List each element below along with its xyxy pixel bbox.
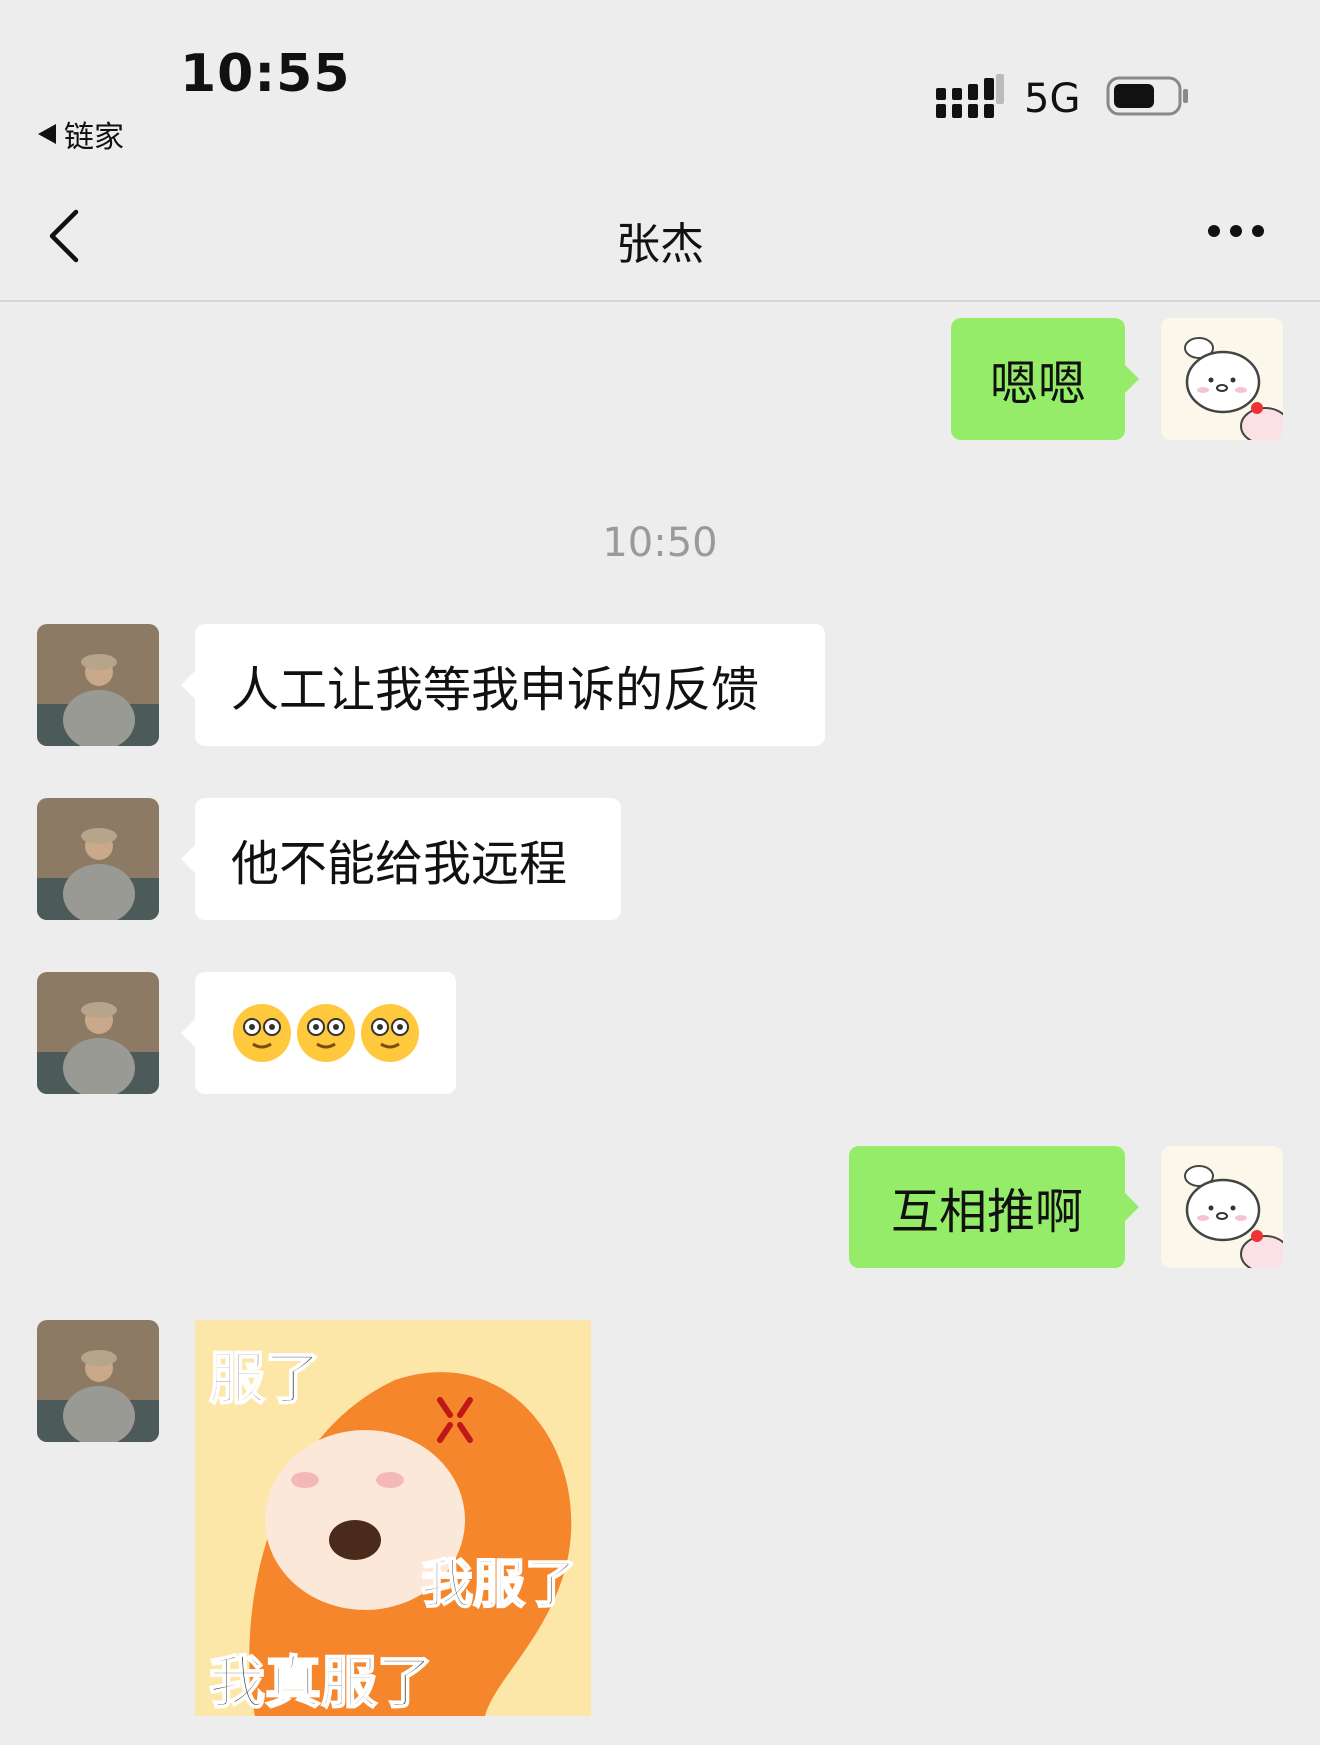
status-time: 10:55 bbox=[180, 44, 351, 104]
message-bubble-incoming[interactable]: 人工让我等我申诉的反馈 bbox=[181, 624, 825, 746]
back-to-app-button[interactable]: 链家 bbox=[38, 112, 124, 156]
message-text: 嗯嗯 bbox=[989, 356, 1086, 412]
chat-title: 张杰 bbox=[616, 219, 704, 270]
face-with-spiral-eyes-icon bbox=[361, 1004, 419, 1062]
contact-avatar[interactable] bbox=[37, 972, 159, 1094]
face-with-spiral-eyes-icon bbox=[297, 1004, 355, 1062]
contact-avatar[interactable] bbox=[37, 624, 159, 746]
signal-icon bbox=[936, 74, 1004, 118]
person-photo-avatar-icon bbox=[37, 624, 159, 746]
message-timestamp: 10:50 bbox=[602, 520, 718, 566]
emoji-group bbox=[231, 1002, 421, 1064]
status-bar: 10:55 链家 5G bbox=[0, 0, 1320, 160]
message-bubble-incoming[interactable] bbox=[181, 972, 456, 1094]
sticker-caption: 服了 bbox=[208, 1346, 322, 1413]
person-photo-avatar-icon bbox=[37, 972, 159, 1094]
person-photo-avatar-icon bbox=[37, 798, 159, 920]
contact-avatar[interactable] bbox=[37, 798, 159, 920]
back-triangle-icon bbox=[38, 124, 56, 144]
message-text: 他不能给我远程 bbox=[231, 836, 568, 892]
sticker-message[interactable]: 服了 我服了 我真服了 bbox=[195, 1320, 591, 1716]
battery-icon bbox=[1106, 76, 1188, 116]
message-bubble-outgoing[interactable]: 嗯嗯 bbox=[951, 318, 1139, 440]
my-avatar[interactable] bbox=[1161, 1146, 1283, 1268]
contact-avatar[interactable] bbox=[37, 1320, 159, 1442]
back-app-label: 链家 bbox=[64, 120, 124, 155]
my-avatar[interactable] bbox=[1161, 318, 1283, 440]
bear-chef-avatar-icon bbox=[1161, 318, 1283, 440]
person-photo-avatar-icon bbox=[37, 1320, 159, 1442]
message-bubble-outgoing[interactable]: 互相推啊 bbox=[849, 1146, 1139, 1268]
chat-header: 张杰 bbox=[0, 160, 1320, 302]
face-with-spiral-eyes-icon bbox=[233, 1004, 291, 1062]
more-options-icon[interactable] bbox=[1206, 223, 1266, 239]
message-text: 互相推啊 bbox=[890, 1184, 1083, 1240]
sticker-caption: 我服了 bbox=[420, 1554, 578, 1616]
network-type: 5G bbox=[1024, 76, 1081, 122]
message-bubble-incoming[interactable]: 他不能给我远程 bbox=[181, 798, 621, 920]
bear-chef-avatar-icon bbox=[1161, 1146, 1283, 1268]
message-text: 人工让我等我申诉的反馈 bbox=[231, 662, 760, 718]
sticker-caption: 我真服了 bbox=[208, 1650, 434, 1716]
